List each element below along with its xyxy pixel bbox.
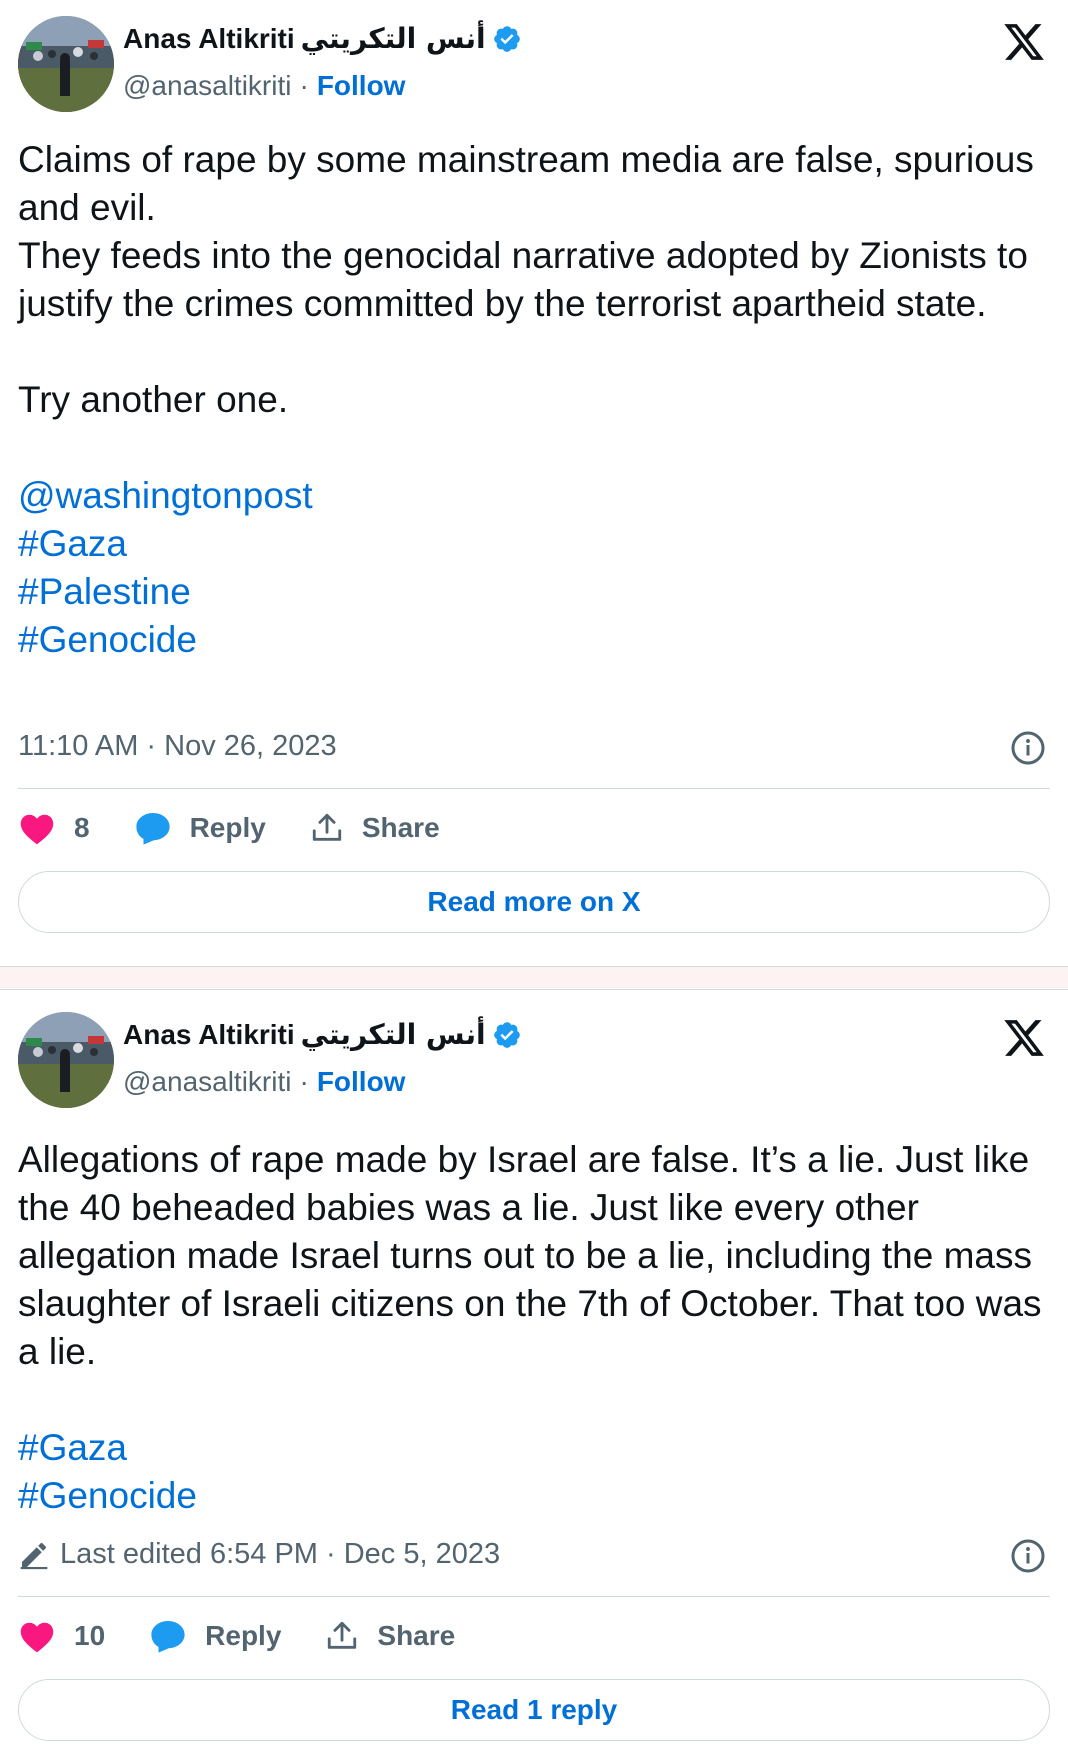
verified-badge-icon <box>493 1021 520 1048</box>
share-button[interactable]: Share <box>310 811 440 845</box>
verified-badge-icon <box>493 25 520 52</box>
mention-link[interactable]: @washingtonpost <box>18 472 1044 520</box>
separator-dot: · <box>299 1066 309 1097</box>
reply-bubble-icon <box>135 812 170 845</box>
heart-icon <box>20 814 54 845</box>
author-arabic-name[interactable]: أنس التكريتي <box>301 22 486 55</box>
share-icon <box>312 813 341 841</box>
like-button[interactable]: 10 <box>18 1619 105 1653</box>
tweet-separator <box>0 967 1068 988</box>
hashtag-link[interactable]: #Gaza <box>18 520 1044 568</box>
follow-button[interactable]: Follow <box>317 1066 406 1098</box>
author-arabic-name[interactable]: أنس التكريتي <box>301 1018 486 1051</box>
x-logo-icon[interactable] <box>1002 20 1046 64</box>
like-count: 8 <box>74 812 90 843</box>
info-icon[interactable] <box>1010 1538 1046 1574</box>
tweet-meta: Last edited 6:54 PM · Dec 5, 2023 <box>18 1538 500 1571</box>
share-label: Share <box>361 812 440 843</box>
share-button[interactable]: Share <box>325 1619 455 1653</box>
like-button[interactable]: 8 <box>18 811 90 845</box>
timestamp[interactable]: 11:10 AM · Nov 26, 2023 <box>18 730 337 763</box>
share-label: Share <box>377 1620 456 1651</box>
heart-icon <box>20 1622 54 1653</box>
read-replies-button[interactable]: Read 1 reply <box>18 1679 1050 1741</box>
author-handle[interactable]: @anasaltikriti <box>123 1066 291 1098</box>
reply-bubble-icon <box>151 1620 185 1653</box>
reply-label: Reply <box>205 1620 282 1651</box>
avatar[interactable] <box>18 16 114 112</box>
tweet-meta: 11:10 AM · Nov 26, 2023 <box>18 730 337 763</box>
avatar[interactable] <box>18 1012 114 1108</box>
reply-label: Reply <box>189 812 266 843</box>
divider <box>18 788 1050 789</box>
reply-button[interactable]: Reply <box>134 810 266 846</box>
timestamp[interactable]: Last edited 6:54 PM · Dec 5, 2023 <box>60 1538 500 1571</box>
tweet-card: Anas Altikriti أنس التكريتي @anasaltikri… <box>0 0 1068 967</box>
tweet-card: Anas Altikriti أنس التكريتي @anasaltikri… <box>0 989 1068 1760</box>
hashtag-link[interactable]: #Palestine <box>18 568 1044 616</box>
tweet-text: Allegations of rape made by Israel are f… <box>18 1136 1044 1520</box>
author-handle-row: @anasaltikriti · Follow <box>123 1066 405 1098</box>
tweet-paragraph: Allegations of rape made by Israel are f… <box>18 1139 1042 1372</box>
author-name[interactable]: Anas Altikriti <box>123 1019 295 1051</box>
separator-dot: · <box>299 70 309 101</box>
hashtag-link[interactable]: #Gaza <box>18 1424 1044 1472</box>
like-count: 10 <box>74 1620 106 1651</box>
author-name-row[interactable]: Anas Altikriti أنس التكريتي <box>123 1018 522 1051</box>
tweet-text: Claims of rape by some mainstream media … <box>18 136 1044 664</box>
author-handle-row: @anasaltikriti · Follow <box>123 70 405 102</box>
author-handle[interactable]: @anasaltikriti <box>123 70 291 102</box>
follow-button[interactable]: Follow <box>317 70 406 102</box>
author-name-row[interactable]: Anas Altikriti أنس التكريتي <box>123 22 522 55</box>
read-more-button[interactable]: Read more on X <box>18 871 1050 933</box>
tweet-paragraph: They feeds into the genocidal narrative … <box>18 235 1028 324</box>
reply-button[interactable]: Reply <box>149 1618 281 1654</box>
action-bar: 10 Reply Share <box>18 1618 499 1654</box>
divider <box>18 1596 1050 1597</box>
share-icon <box>328 1621 357 1649</box>
hashtag-link[interactable]: #Genocide <box>18 1472 1044 1520</box>
action-bar: 8 Reply Share <box>18 810 484 846</box>
author-name[interactable]: Anas Altikriti <box>123 23 295 55</box>
info-icon[interactable] <box>1010 730 1046 766</box>
tweet-paragraph: Try another one. <box>18 379 289 420</box>
tweet-paragraph: Claims of rape by some mainstream media … <box>18 139 1034 228</box>
hashtag-link[interactable]: #Genocide <box>18 616 1044 664</box>
edit-pencil-icon <box>20 1542 48 1569</box>
x-logo-icon[interactable] <box>1002 1016 1046 1060</box>
